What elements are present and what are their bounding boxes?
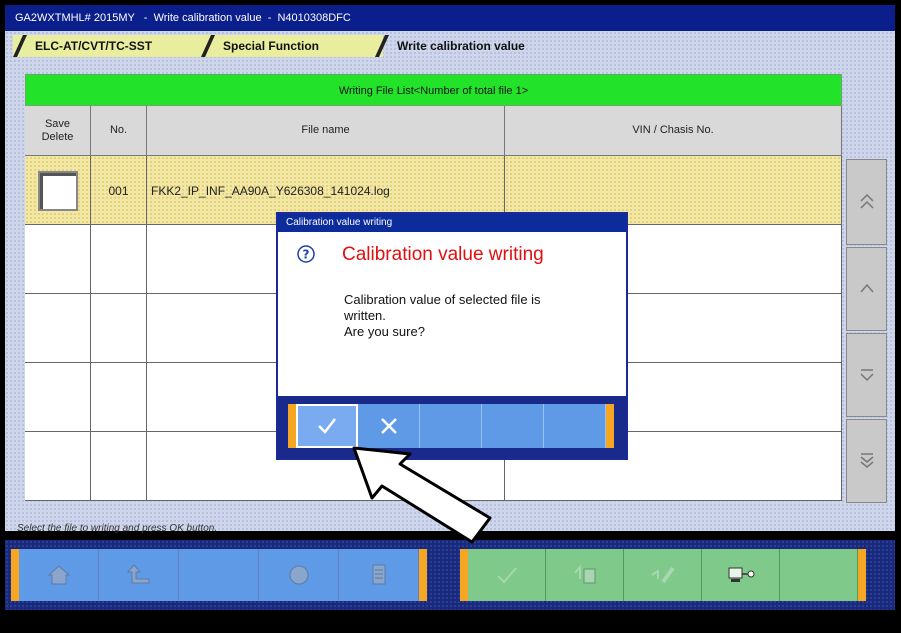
breadcrumb-label: Write calibration value [397, 39, 525, 53]
dialog-blank-button[interactable] [544, 404, 606, 448]
back-icon [126, 564, 149, 584]
table-title: Writing File List<Number of total file 1… [25, 74, 842, 106]
breadcrumb-label: Special Function [223, 39, 320, 53]
computer-connect-icon [728, 567, 754, 582]
dialog-title: Calibration value writing [278, 214, 626, 232]
window-title: GA2WXTMHL# 2015MY - Write calibration va… [5, 5, 895, 31]
dialog-cap [606, 404, 614, 448]
breadcrumb-separator-icon [201, 35, 215, 57]
column-header-save-delete: Save Delete [25, 106, 91, 156]
confirm-dialog: Calibration value writing ? Calibration … [276, 212, 628, 460]
scroll-page-down-button[interactable] [846, 419, 887, 503]
question-icon: ? [297, 245, 315, 263]
ok-button[interactable] [468, 549, 546, 601]
save-delete-cell [25, 225, 91, 294]
cancel-x-icon [380, 418, 397, 434]
dialog-buttons [288, 404, 614, 448]
pointer-arrow-icon [352, 446, 492, 544]
toolbar-cap [460, 549, 468, 601]
dialog-heading: Calibration value writing [342, 244, 544, 265]
column-header-vin: VIN / Chasis No. [505, 106, 842, 156]
bottom-toolbar [5, 540, 895, 610]
save-delete-cell [25, 294, 91, 363]
column-header-no: No. [91, 106, 147, 156]
breadcrumb-item-special-function[interactable]: Special Function [201, 35, 383, 57]
dialog-message-line: written. [344, 308, 386, 323]
toolbar-cap [11, 549, 19, 601]
line-up-icon [859, 283, 874, 293]
blank-button[interactable] [780, 549, 858, 601]
breadcrumb-item-module[interactable]: ELC-AT/CVT/TC-SST [13, 35, 213, 57]
connect-button[interactable] [702, 549, 780, 601]
scroll-line-down-button[interactable] [846, 333, 887, 417]
file-transfer-icon [573, 564, 595, 584]
document-icon [372, 564, 385, 585]
breadcrumb-label: ELC-AT/CVT/TC-SST [35, 39, 153, 53]
file-transfer-button[interactable] [546, 549, 624, 601]
row-number [91, 225, 147, 294]
scroll-line-up-button[interactable] [846, 247, 887, 331]
column-header-file-name: File name [147, 106, 505, 156]
back-button[interactable] [99, 549, 179, 601]
page-down-icon [860, 453, 873, 468]
toolbar-group-left [11, 549, 427, 601]
breadcrumb-item-current: Write calibration value [375, 35, 595, 57]
svg-text:?: ? [303, 248, 310, 262]
dialog-message-line: Are you sure? [344, 324, 425, 339]
dialog-ok-button[interactable] [296, 404, 358, 448]
breadcrumb-separator-icon [13, 35, 27, 57]
dialog-cap [288, 404, 296, 448]
toolbar-cap [858, 549, 866, 601]
status-message: Select the file to writing and press OK … [17, 523, 218, 534]
table-header: Save Delete No. File name VIN / Chasis N… [25, 106, 842, 156]
write-button[interactable] [624, 549, 702, 601]
row-number: 001 [91, 156, 147, 225]
ok-check-icon [318, 418, 336, 434]
document-button[interactable] [339, 549, 419, 601]
save-delete-cell [25, 363, 91, 432]
line-down-icon [859, 369, 874, 382]
check-icon [496, 567, 517, 584]
write-pen-icon [650, 566, 675, 584]
dialog-blank-button[interactable] [482, 404, 544, 448]
blank-button[interactable] [179, 549, 259, 601]
row-number [91, 432, 147, 501]
save-delete-checkbox[interactable] [37, 170, 78, 211]
home-icon [47, 565, 70, 585]
breadcrumb-separator-icon [375, 35, 389, 57]
scroll-page-up-button[interactable] [846, 159, 887, 245]
dialog-cancel-button[interactable] [358, 404, 420, 448]
row-number [91, 363, 147, 432]
save-delete-cell [25, 432, 91, 501]
toolbar-cap [419, 549, 427, 601]
toolbar-group-right [460, 549, 866, 601]
home-button[interactable] [19, 549, 99, 601]
dialog-message: Calibration value of selected file is wr… [344, 292, 604, 340]
globe-button[interactable] [259, 549, 339, 601]
dialog-blank-button[interactable] [420, 404, 482, 448]
row-number [91, 294, 147, 363]
globe-icon [289, 565, 308, 585]
save-delete-cell [25, 156, 91, 225]
page-up-icon [859, 193, 874, 209]
dialog-message-line: Calibration value of selected file is [344, 292, 541, 307]
